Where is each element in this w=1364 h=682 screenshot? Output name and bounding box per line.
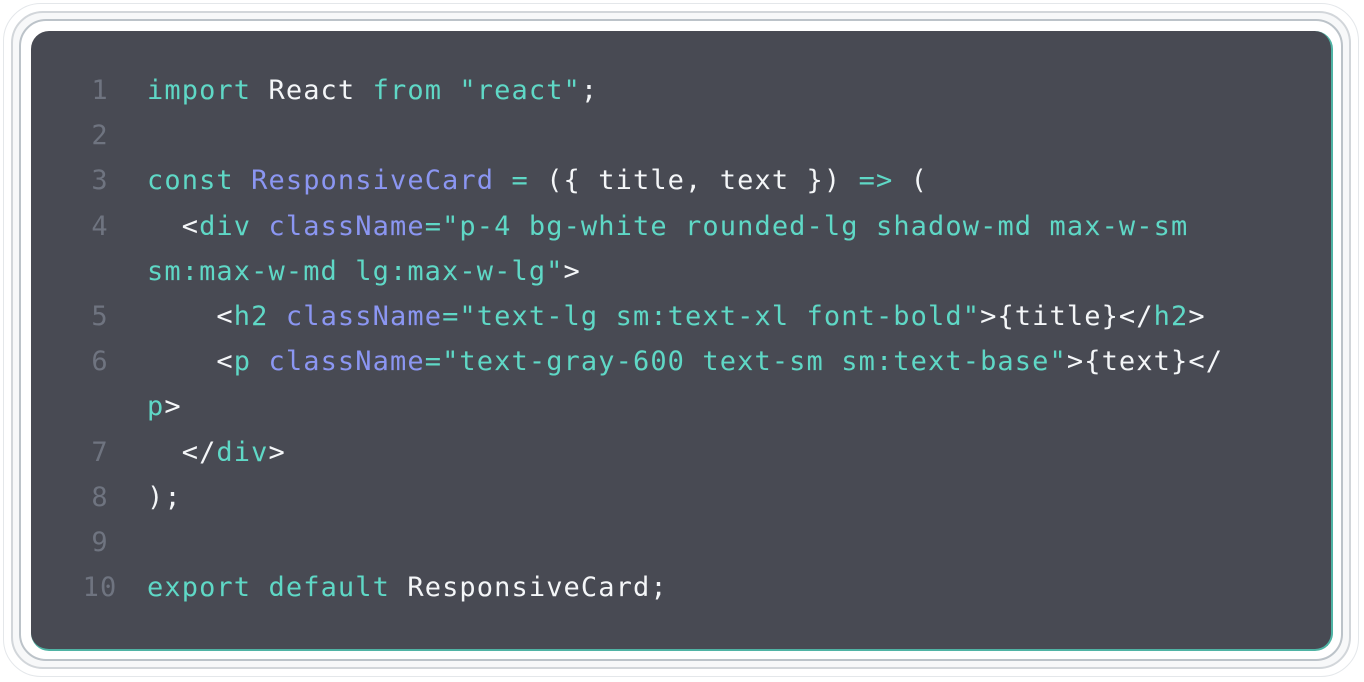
code-line: 9	[31, 520, 1331, 565]
code-token-attr: className	[285, 300, 443, 332]
code-token-plain: >	[268, 436, 286, 468]
code-line: sm:max-w-md lg:max-w-lg">	[31, 249, 1331, 294]
code-token-kw: default	[268, 572, 390, 604]
code-token-plain: >{text}</	[1066, 346, 1224, 378]
code-token-tag: h2	[1153, 300, 1189, 332]
code-token-fn: ResponsiveCard	[251, 165, 495, 197]
code-token-plain: ({ title, text })	[528, 165, 859, 197]
line-number: 8	[91, 481, 109, 513]
line-source: sm:max-w-md lg:max-w-lg">	[147, 249, 581, 294]
line-source: <h2 className="text-lg sm:text-xl font-b…	[147, 294, 1206, 339]
line-source: <div className="p-4 bg-white rounded-lg …	[147, 204, 1188, 249]
line-number: 9	[91, 526, 109, 558]
line-source: const ResponsiveCard = ({ title, text })…	[147, 158, 928, 203]
line-source: </div>	[147, 430, 286, 475]
code-block: 1 import React from "react"; 2 3 const Respo…	[31, 31, 1333, 651]
code-lines: 1 import React from "react"; 2 3 const Respo…	[31, 68, 1331, 610]
line-number: 1	[91, 75, 109, 106]
code-token-tag: div	[216, 436, 269, 468]
code-token-tag: p	[233, 346, 252, 378]
code-token-kw: import	[147, 75, 252, 106]
line-source: p>	[147, 384, 182, 429]
code-token-tag: p	[147, 391, 165, 423]
code-token-str: "p-4 bg-white rounded-lg shadow-md max-w…	[442, 210, 1189, 242]
line-number: 4	[91, 210, 109, 242]
line-number: 10	[82, 572, 118, 604]
code-token-op: =	[424, 210, 443, 242]
code-token-plain: >	[1188, 300, 1206, 332]
code-token-plain: <	[147, 210, 200, 242]
code-line: 4 <div className="p-4 bg-white rounded-l…	[31, 204, 1331, 249]
code-token-op: =>	[858, 165, 894, 197]
code-line: 1 import React from "react";	[31, 68, 1331, 113]
code-token-kw: from	[372, 75, 443, 106]
code-token-attr: className	[268, 346, 425, 378]
code-line: 6 <p className="text-gray-600 text-sm sm…	[31, 339, 1331, 384]
code-token-plain: >	[164, 391, 182, 423]
line-source: export default ResponsiveCard;	[147, 565, 668, 610]
code-token-attr: className	[268, 210, 425, 242]
line-number: 5	[91, 300, 109, 332]
code-token-plain: >	[563, 255, 581, 287]
code-line: 8);	[31, 475, 1331, 520]
code-token-plain: </	[147, 436, 217, 468]
line-source: <p className="text-gray-600 text-sm sm:t…	[147, 339, 1223, 384]
line-number: 2	[91, 120, 109, 152]
line-number: 7	[91, 436, 109, 468]
line-source: import React from "react";	[147, 68, 598, 113]
code-token-plain: );	[147, 481, 182, 513]
code-token-tag: div	[199, 210, 252, 242]
code-token-op: =	[442, 300, 460, 332]
code-line: 3 const ResponsiveCard = ({ title, text }…	[31, 158, 1331, 203]
code-token-op: =	[511, 165, 529, 197]
code-line: 7 </div>	[31, 430, 1331, 475]
line-number: 3	[91, 165, 109, 197]
code-token-str: "react"	[459, 75, 581, 106]
code-token-op: =	[424, 346, 443, 378]
code-token-str: sm:max-w-md lg:max-w-lg"	[147, 255, 564, 287]
code-token-plain: <	[147, 346, 234, 378]
code-token-plain: <	[147, 300, 234, 332]
code-token-tag: h2	[233, 300, 269, 332]
code-token-kw: const	[147, 165, 234, 197]
code-token-plain: >{title}</	[980, 300, 1154, 332]
code-token-punc: ;	[580, 75, 599, 106]
code-token-kw: export	[147, 572, 252, 604]
line-number: 6	[91, 346, 109, 378]
code-token-str: "text-gray-600 text-sm sm:text-base"	[442, 346, 1067, 378]
code-token-plain: (	[893, 165, 929, 197]
line-source: );	[147, 475, 182, 520]
code-line: 2	[31, 113, 1331, 158]
code-line: p>	[31, 384, 1331, 429]
code-line: 5 <h2 className="text-lg sm:text-xl font…	[31, 294, 1331, 339]
code-token-str: "text-lg sm:text-xl font-bold"	[459, 300, 981, 332]
code-token-plain: ResponsiveCard;	[390, 572, 668, 604]
code-token-plain: React	[251, 75, 373, 106]
code-line: 10 export default ResponsiveCard;	[31, 565, 1331, 610]
